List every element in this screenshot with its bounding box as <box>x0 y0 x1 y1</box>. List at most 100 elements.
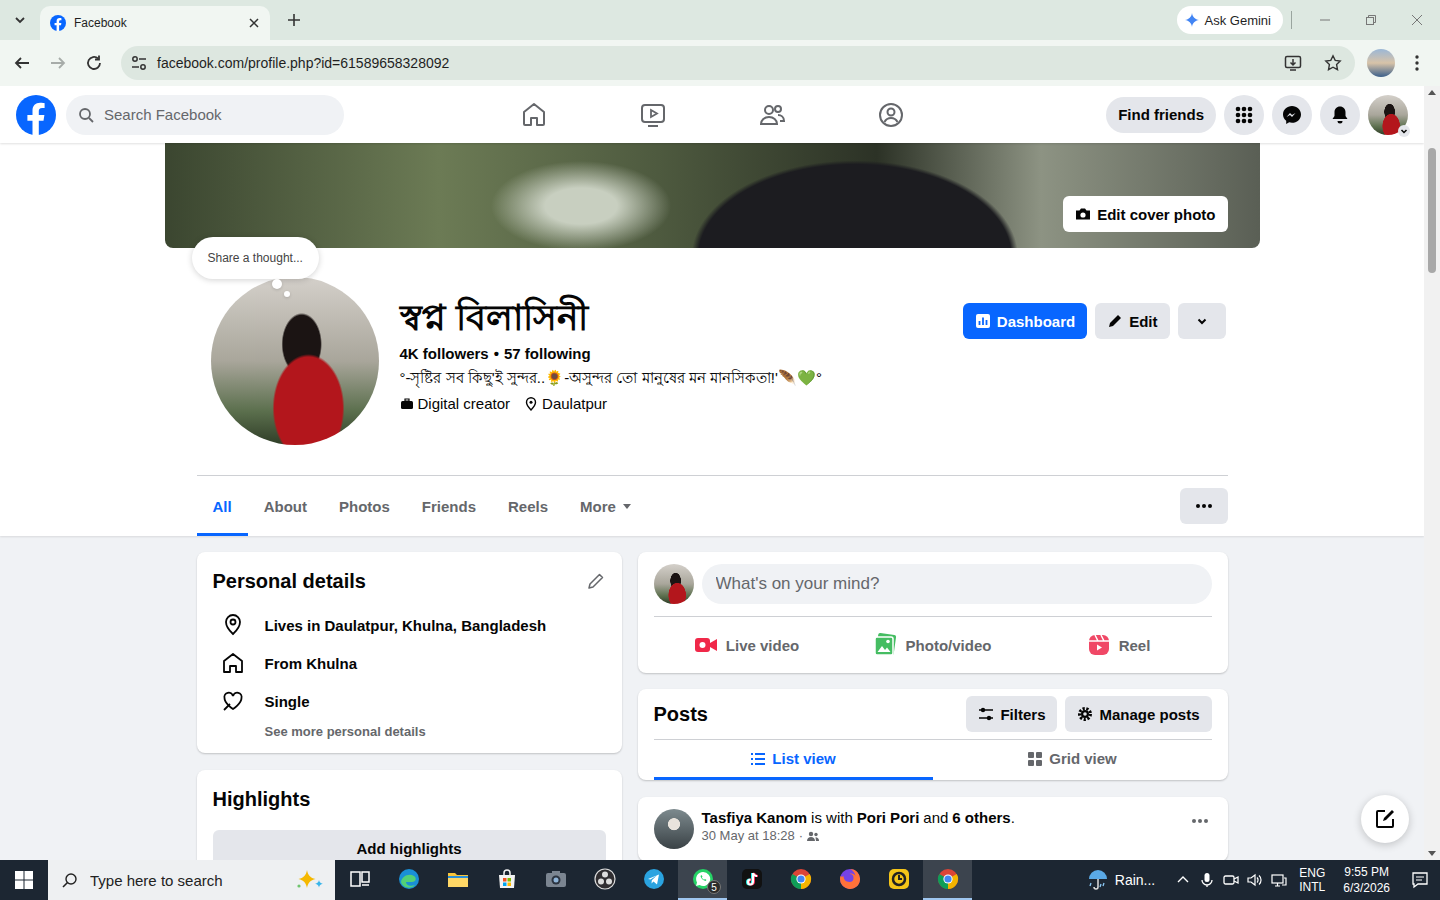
others-link[interactable]: 6 others <box>952 809 1010 826</box>
restore-button[interactable] <box>1348 0 1394 40</box>
forward-button[interactable] <box>41 46 75 80</box>
following-link[interactable]: 57 following <box>504 345 591 362</box>
taskbar-app[interactable] <box>433 860 482 900</box>
edit-profile-button[interactable]: Edit <box>1095 303 1169 339</box>
browser-tab[interactable]: Facebook <box>40 6 270 40</box>
taskbar-app[interactable] <box>727 860 776 900</box>
close-window-button[interactable] <box>1394 0 1440 40</box>
filters-button[interactable]: Filters <box>966 696 1057 732</box>
volume-tray[interactable] <box>1243 860 1267 900</box>
nav-tab[interactable] <box>831 86 950 143</box>
taskbar-app[interactable] <box>874 860 923 900</box>
thought-bubble[interactable]: Share a thought... <box>192 237 319 279</box>
composer-avatar[interactable] <box>654 564 694 604</box>
account-button[interactable] <box>1368 95 1408 135</box>
taskbar-app[interactable] <box>776 860 825 900</box>
new-message-button[interactable] <box>1361 795 1409 843</box>
messenger-button[interactable] <box>1272 95 1312 135</box>
profile-tab[interactable]: More <box>564 476 648 536</box>
install-app-icon[interactable] <box>1283 53 1303 73</box>
edit-cover-button[interactable]: Edit cover photo <box>1063 196 1227 232</box>
composer-input[interactable] <box>714 573 1200 595</box>
taskbar-app[interactable] <box>923 860 972 900</box>
taskbar-app[interactable] <box>335 860 384 900</box>
facebook-search[interactable] <box>66 95 344 135</box>
menu-dots-icon[interactable] <box>1407 53 1427 73</box>
weather-widget[interactable]: Rain... <box>1087 869 1155 891</box>
taskbar-app[interactable] <box>825 860 874 900</box>
start-button[interactable] <box>0 860 48 900</box>
profile-tab[interactable]: Friends <box>406 476 492 536</box>
profile-tab[interactable]: All <box>197 476 248 536</box>
composer-action[interactable]: Photo/video <box>840 625 1026 665</box>
notifications-button[interactable] <box>1320 95 1360 135</box>
taskbar-app[interactable] <box>629 860 678 900</box>
tab-search-chevron-icon[interactable] <box>8 8 32 32</box>
composer-action[interactable]: Live video <box>654 625 840 665</box>
taskbar-app[interactable] <box>531 860 580 900</box>
facebook-logo-icon[interactable] <box>16 95 56 135</box>
action-label: Photo/video <box>906 637 992 654</box>
notification-center-button[interactable] <box>1400 860 1440 900</box>
minimize-button[interactable] <box>1302 0 1348 40</box>
tagged-link[interactable]: Pori Pori <box>857 809 920 826</box>
microphone-icon <box>1199 872 1215 888</box>
search-input[interactable] <box>102 105 332 124</box>
camera-in-use-tray[interactable] <box>1219 860 1243 900</box>
menu-button[interactable] <box>1224 95 1264 135</box>
find-friends-button[interactable]: Find friends <box>1106 97 1216 133</box>
add-highlights-button[interactable]: Add highlights <box>213 830 606 860</box>
back-button[interactable] <box>5 46 39 80</box>
facebook-favicon-icon <box>50 15 66 31</box>
reload-button[interactable] <box>77 46 111 80</box>
nav-tab[interactable] <box>712 86 831 143</box>
scroll-up-icon[interactable] <box>1424 86 1440 98</box>
composer-action[interactable]: Reel <box>1026 625 1212 665</box>
taskbar-app[interactable] <box>384 860 433 900</box>
taskbar-app[interactable] <box>580 860 629 900</box>
view-tab[interactable]: List view <box>654 740 933 780</box>
taskbar-search-input[interactable] <box>88 871 285 890</box>
pencil-icon[interactable] <box>586 571 606 591</box>
nav-tab[interactable] <box>474 86 593 143</box>
nav-tab[interactable] <box>593 86 712 143</box>
input-language[interactable]: ENGINTL <box>1299 866 1325 894</box>
browser-profile-avatar[interactable] <box>1367 49 1395 77</box>
network-tray[interactable] <box>1267 860 1291 900</box>
star-icon[interactable] <box>1323 53 1343 73</box>
clock[interactable]: 9:55 PM6/3/2026 <box>1343 864 1390 896</box>
weather-label: Rain... <box>1115 872 1155 888</box>
taskbar-app[interactable] <box>482 860 531 900</box>
author-avatar[interactable] <box>654 809 694 849</box>
scrollbar[interactable] <box>1424 86 1440 860</box>
microphone-tray[interactable] <box>1195 860 1219 900</box>
followers-link[interactable]: 4K followers <box>400 345 489 362</box>
view-tab[interactable]: Grid view <box>933 740 1212 780</box>
profile-tab[interactable]: About <box>248 476 323 536</box>
profile-more-button[interactable] <box>1180 488 1228 524</box>
close-icon[interactable] <box>246 15 262 31</box>
scroll-thumb[interactable] <box>1428 148 1436 273</box>
taskbar-search[interactable] <box>48 860 335 900</box>
site-info-icon[interactable] <box>129 53 149 73</box>
plus-icon[interactable] <box>284 10 304 30</box>
profile-tab[interactable]: Reels <box>492 476 564 536</box>
messenger-icon <box>1282 105 1302 125</box>
manage-posts-button[interactable]: Manage posts <box>1065 696 1211 732</box>
scroll-down-icon[interactable] <box>1424 848 1440 860</box>
ask-gemini-button[interactable]: Ask Gemini <box>1177 6 1283 34</box>
post-more-dots-icon[interactable] <box>1188 809 1212 833</box>
composer-field[interactable] <box>702 564 1212 604</box>
dashboard-button[interactable]: Dashboard <box>963 303 1087 339</box>
profile-tab[interactable]: Photos <box>323 476 406 536</box>
profile-options-button[interactable] <box>1178 303 1226 339</box>
url-text[interactable]: facebook.com/profile.php?id=615896583280… <box>157 55 449 71</box>
see-more-link[interactable]: See more personal details <box>265 724 606 739</box>
period: . <box>1011 809 1015 826</box>
author-link[interactable]: Tasfiya Kanom <box>702 809 808 826</box>
taskbar-app[interactable]: 5 <box>678 860 727 900</box>
post-time[interactable]: 30 May at 18:28 <box>702 828 795 843</box>
address-bar[interactable]: facebook.com/profile.php?id=615896583280… <box>121 46 1355 80</box>
profile-picture[interactable] <box>211 277 379 445</box>
chevron-up-tray[interactable] <box>1171 860 1195 900</box>
